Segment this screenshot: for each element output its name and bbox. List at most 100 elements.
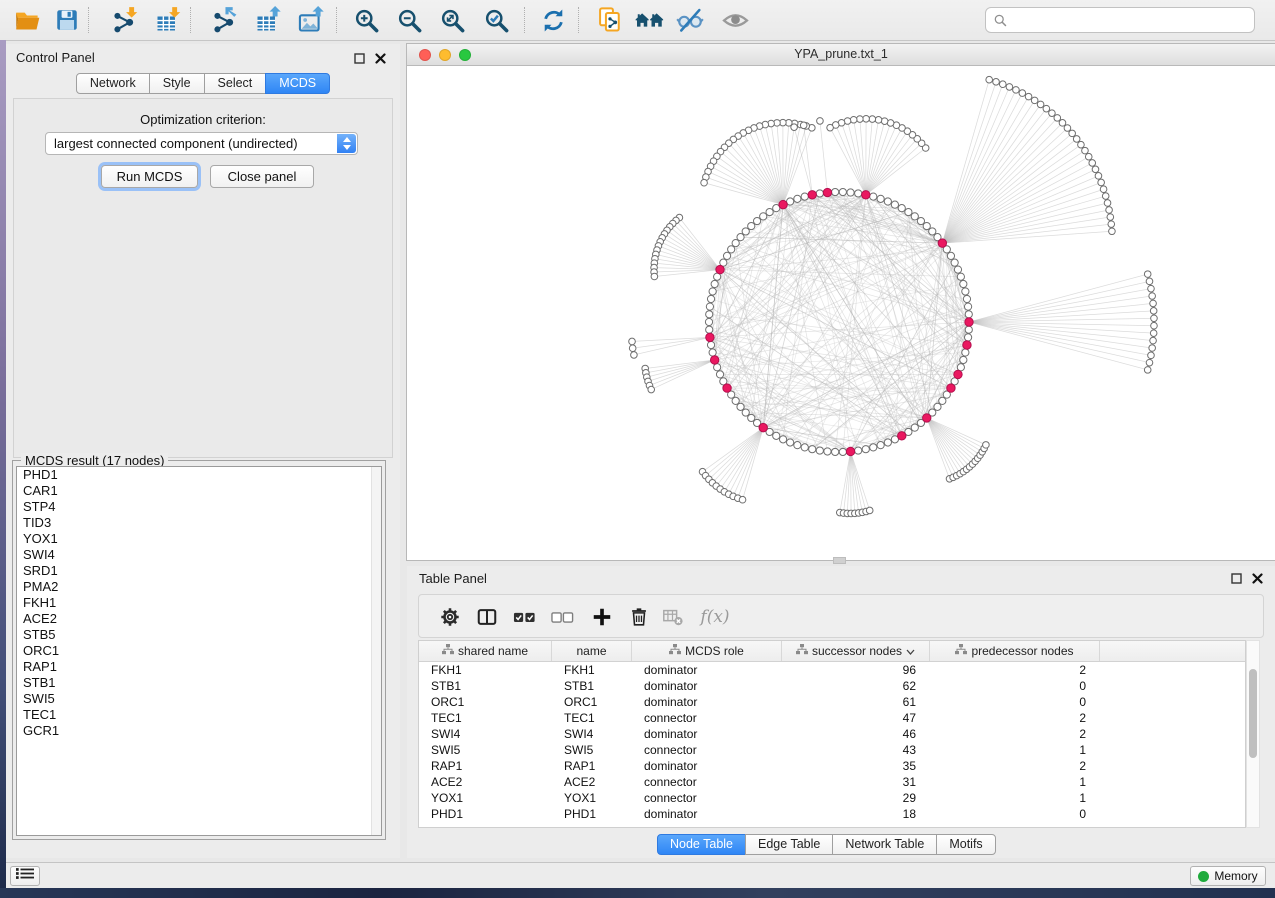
column-header-predecessor-nodes[interactable]: predecessor nodes	[930, 641, 1100, 661]
show-all-icon[interactable]	[719, 4, 751, 36]
table-row[interactable]: RAP1RAP1dominator352	[419, 758, 1245, 774]
import-table-icon[interactable]	[152, 4, 184, 36]
cell-successor-nodes: 31	[782, 775, 930, 789]
network-window: YPA_prune.txt_1	[407, 44, 1275, 560]
mcds-tab-content: Optimization criterion: largest connecte…	[13, 98, 393, 458]
column-header-name[interactable]: name	[552, 641, 632, 661]
mcds-list-scrollbar[interactable]	[371, 467, 381, 835]
network-canvas[interactable]	[408, 66, 1274, 559]
node-table-header-row: shared namename MCDS role successor nodesp…	[419, 641, 1245, 662]
mcds-node-item[interactable]: SWI5	[17, 691, 381, 707]
mcds-node-item[interactable]: FKH1	[17, 595, 381, 611]
zoom-fit-icon[interactable]	[436, 4, 468, 36]
optimization-criterion-select[interactable]: largest connected component (undirected)	[45, 132, 358, 155]
column-chooser-icon[interactable]	[474, 604, 500, 630]
table-scrollbar-thumb[interactable]	[1249, 669, 1257, 758]
cell-successor-nodes: 61	[782, 695, 930, 709]
tab-select[interactable]: Select	[204, 73, 267, 94]
table-row[interactable]: SWI5SWI5connector431	[419, 742, 1245, 758]
table-row[interactable]: ACE2ACE2connector311	[419, 774, 1245, 790]
mcds-node-item[interactable]: RAP1	[17, 659, 381, 675]
close-table-panel-icon[interactable]	[1250, 571, 1264, 585]
tab-node-table[interactable]: Node Table	[657, 834, 746, 855]
mcds-node-item[interactable]: SWI4	[17, 547, 381, 563]
refresh-icon[interactable]	[537, 4, 569, 36]
cell-shared-name: SWI5	[419, 743, 552, 757]
mcds-node-item[interactable]: PMA2	[17, 579, 381, 595]
mcds-node-item[interactable]: YOX1	[17, 531, 381, 547]
table-scrollbar[interactable]	[1246, 640, 1260, 828]
tab-network-table[interactable]: Network Table	[832, 834, 937, 855]
network-titlebar[interactable]: YPA_prune.txt_1	[407, 44, 1275, 66]
mcds-node-item[interactable]: TID3	[17, 515, 381, 531]
open-session-icon[interactable]	[11, 4, 43, 36]
mcds-node-item[interactable]: ACE2	[17, 611, 381, 627]
tab-mcds[interactable]: MCDS	[265, 73, 330, 94]
table-row[interactable]: PHD1PHD1dominator180	[419, 806, 1245, 822]
task-history-button[interactable]	[10, 866, 40, 886]
mcds-node-item[interactable]: TEC1	[17, 707, 381, 723]
export-network-icon[interactable]	[209, 4, 241, 36]
mcds-node-item[interactable]: CAR1	[17, 483, 381, 499]
search-input[interactable]	[1012, 12, 1254, 29]
cell-MCDS-role: dominator	[632, 807, 782, 821]
save-session-icon[interactable]	[51, 4, 83, 36]
close-panel-button[interactable]: Close panel	[210, 165, 314, 188]
table-row[interactable]: SWI4SWI4dominator462	[419, 726, 1245, 742]
select-all-icon[interactable]	[511, 604, 537, 630]
group-icon	[796, 644, 808, 658]
splitter-handle[interactable]	[833, 557, 846, 564]
hide-selected-icon[interactable]	[674, 4, 706, 36]
tab-network[interactable]: Network	[76, 73, 150, 94]
tab-motifs[interactable]: Motifs	[936, 834, 995, 855]
cell-successor-nodes: 43	[782, 743, 930, 757]
settings-gear-icon[interactable]	[437, 604, 463, 630]
mcds-node-item[interactable]: STP4	[17, 499, 381, 515]
cell-predecessor-nodes: 0	[930, 695, 1100, 709]
group-icon	[955, 644, 967, 658]
cell-MCDS-role: dominator	[632, 727, 782, 741]
delete-column-icon[interactable]	[626, 604, 652, 630]
cell-name: ACE2	[552, 775, 632, 789]
close-panel-icon[interactable]	[373, 51, 387, 65]
tab-edge-table[interactable]: Edge Table	[745, 834, 833, 855]
clone-network-icon[interactable]	[594, 4, 626, 36]
table-row[interactable]: STB1STB1dominator620	[419, 678, 1245, 694]
export-table-icon[interactable]	[252, 4, 284, 36]
delete-table-icon	[659, 604, 685, 630]
tab-style[interactable]: Style	[149, 73, 205, 94]
create-column-icon[interactable]	[589, 604, 615, 630]
group-icon	[669, 644, 681, 658]
toolbar-separator	[336, 7, 337, 33]
table-row[interactable]: FKH1FKH1dominator962	[419, 662, 1245, 678]
cell-shared-name: ACE2	[419, 775, 552, 789]
run-mcds-button[interactable]: Run MCDS	[101, 165, 198, 188]
mcds-node-item[interactable]: ORC1	[17, 643, 381, 659]
table-row[interactable]: TEC1TEC1connector472	[419, 710, 1245, 726]
mcds-result-list[interactable]: PHD1CAR1STP4TID3YOX1SWI4SRD1PMA2FKH1ACE2…	[16, 466, 382, 836]
column-label: MCDS role	[685, 644, 744, 658]
float-table-panel-icon[interactable]	[1229, 571, 1243, 585]
import-network-icon[interactable]	[109, 4, 141, 36]
column-header-MCDS-role[interactable]: MCDS role	[632, 641, 782, 661]
zoom-out-icon[interactable]	[393, 4, 425, 36]
mcds-node-item[interactable]: STB1	[17, 675, 381, 691]
main-toolbar	[0, 0, 1275, 41]
deselect-all-icon[interactable]	[549, 604, 575, 630]
status-bar: Memory	[6, 862, 1275, 888]
column-header-successor-nodes[interactable]: successor nodes	[782, 641, 930, 661]
column-header-shared-name[interactable]: shared name	[419, 641, 552, 661]
cell-MCDS-role: connector	[632, 743, 782, 757]
float-panel-icon[interactable]	[352, 51, 366, 65]
table-row[interactable]: YOX1YOX1connector291	[419, 790, 1245, 806]
table-row[interactable]: ORC1ORC1dominator610	[419, 694, 1245, 710]
zoom-selected-icon[interactable]	[480, 4, 512, 36]
zoom-in-icon[interactable]	[350, 4, 382, 36]
mcds-node-item[interactable]: PHD1	[17, 467, 381, 483]
memory-button[interactable]: Memory	[1190, 866, 1266, 886]
first-neighbors-icon[interactable]	[634, 4, 666, 36]
mcds-node-item[interactable]: GCR1	[17, 723, 381, 739]
export-image-icon[interactable]	[295, 4, 327, 36]
mcds-node-item[interactable]: STB5	[17, 627, 381, 643]
mcds-node-item[interactable]: SRD1	[17, 563, 381, 579]
